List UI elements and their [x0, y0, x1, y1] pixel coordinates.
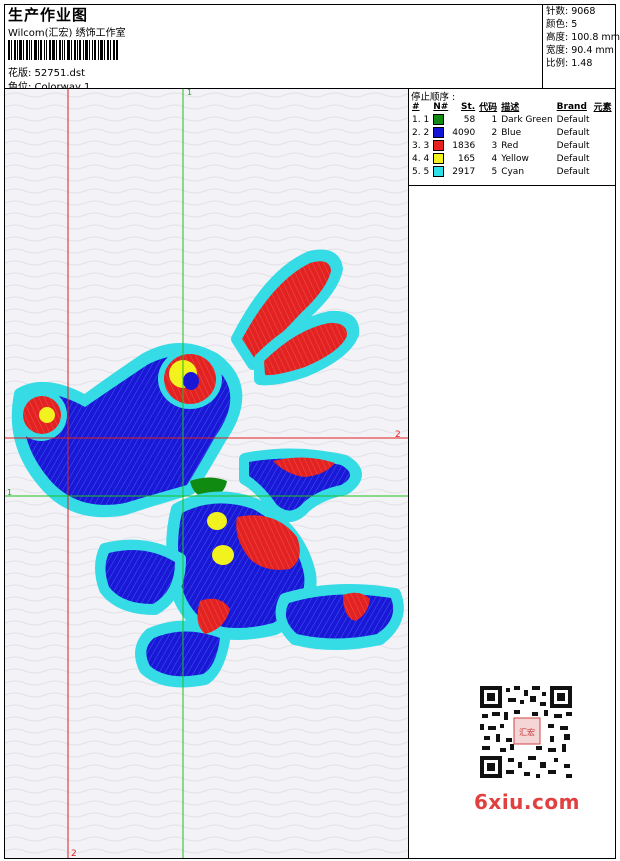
table-row: 2. 2 4090 2 Blue Default	[410, 126, 614, 139]
table-row: 3. 3 1836 3 Red Default	[410, 139, 614, 152]
row-desc: Dark Green	[501, 114, 553, 125]
table-divider	[409, 185, 615, 186]
row-brand: Default	[556, 127, 590, 138]
stat-width: 宽度: 90.4 mm	[546, 45, 614, 56]
table-row: 1. 1 58 1 Dark Green Default	[410, 113, 614, 126]
row-code: 1	[491, 114, 498, 125]
row-code: 5	[491, 166, 498, 177]
row-desc: Cyan	[501, 166, 525, 177]
row-index: 3. 3	[412, 140, 430, 151]
watermark: 6xiu.com	[474, 790, 580, 814]
col-brand: Brand	[556, 101, 587, 112]
color-swatch	[433, 153, 445, 164]
embroidery-drawing: 1 1 2 2	[5, 89, 408, 858]
stop-sequence-table: # N# St. 代码 描述 Brand 元素 1. 1 58 1 Dark Gree…	[410, 100, 614, 178]
design-file: 花版: 52751.dst	[8, 68, 86, 79]
red-h-marker: 2	[395, 430, 401, 440]
row-desc: Blue	[501, 127, 522, 138]
table-header-row: # N# St. 代码 描述 Brand 元素	[410, 100, 614, 114]
col-index: #	[412, 101, 420, 112]
row-stitches: 58	[463, 114, 476, 125]
col-stitches: St.	[460, 101, 476, 112]
col-desc: 描述	[501, 103, 520, 113]
row-stitches: 4090	[452, 127, 476, 138]
table-row: 4. 4 165 4 Yellow Default	[410, 152, 614, 165]
col-needle: N#	[433, 101, 449, 112]
page-title: 生产作业图	[8, 6, 89, 24]
row-code: 3	[491, 140, 498, 151]
row-stitches: 2917	[452, 166, 476, 177]
red-v-marker: 2	[71, 849, 77, 858]
row-stitches: 165	[457, 153, 476, 164]
barcode	[8, 40, 118, 60]
stat-ratio: 比例: 1.48	[546, 58, 593, 69]
row-swatch	[431, 152, 450, 165]
qr-code: 汇宏	[470, 682, 582, 782]
row-index: 1. 1	[412, 114, 430, 125]
row-stitches: 1836	[452, 140, 476, 151]
row-brand: Default	[556, 166, 590, 177]
row-brand: Default	[556, 153, 590, 164]
stat-height: 高度: 100.8 mm	[546, 32, 620, 43]
green-v-marker: 1	[187, 89, 192, 97]
stat-colors: 颜色: 5	[546, 19, 578, 30]
row-desc: Red	[501, 140, 519, 151]
green-h-marker: 1	[7, 488, 12, 497]
row-swatch	[431, 165, 450, 178]
row-code: 4	[491, 153, 498, 164]
studio-name: Wilcom(汇宏) 绣饰工作室	[8, 28, 126, 39]
row-swatch	[431, 139, 450, 152]
design-canvas: 1 1 2 2	[5, 89, 408, 858]
header: 生产作业图 Wilcom(汇宏) 绣饰工作室 花版: 52751.dst 色位:…	[4, 4, 620, 93]
row-index: 5. 5	[412, 166, 430, 177]
qr-logo: 汇宏	[519, 727, 535, 737]
row-element	[592, 152, 614, 165]
row-index: 4. 4	[412, 153, 430, 164]
stat-stitches: 针数: 9068	[546, 6, 596, 17]
row-brand: Default	[556, 140, 590, 151]
col-element: 元素	[593, 103, 612, 113]
row-desc: Yellow	[501, 153, 529, 164]
color-swatch	[433, 140, 445, 151]
row-brand: Default	[556, 114, 590, 125]
row-swatch	[431, 113, 450, 126]
row-index: 2. 2	[412, 127, 430, 138]
row-element	[592, 126, 614, 139]
row-element	[592, 113, 614, 126]
row-element	[592, 139, 614, 152]
row-element	[592, 165, 614, 178]
row-code: 2	[491, 127, 498, 138]
row-swatch	[431, 126, 450, 139]
table-row: 5. 5 2917 5 Cyan Default	[410, 165, 614, 178]
col-code: 代码	[479, 103, 498, 113]
color-swatch	[433, 166, 445, 177]
stats-panel: 针数: 9068 颜色: 5 高度: 100.8 mm 宽度: 90.4 mm …	[542, 4, 620, 89]
color-swatch	[433, 127, 445, 138]
color-swatch	[433, 114, 445, 125]
